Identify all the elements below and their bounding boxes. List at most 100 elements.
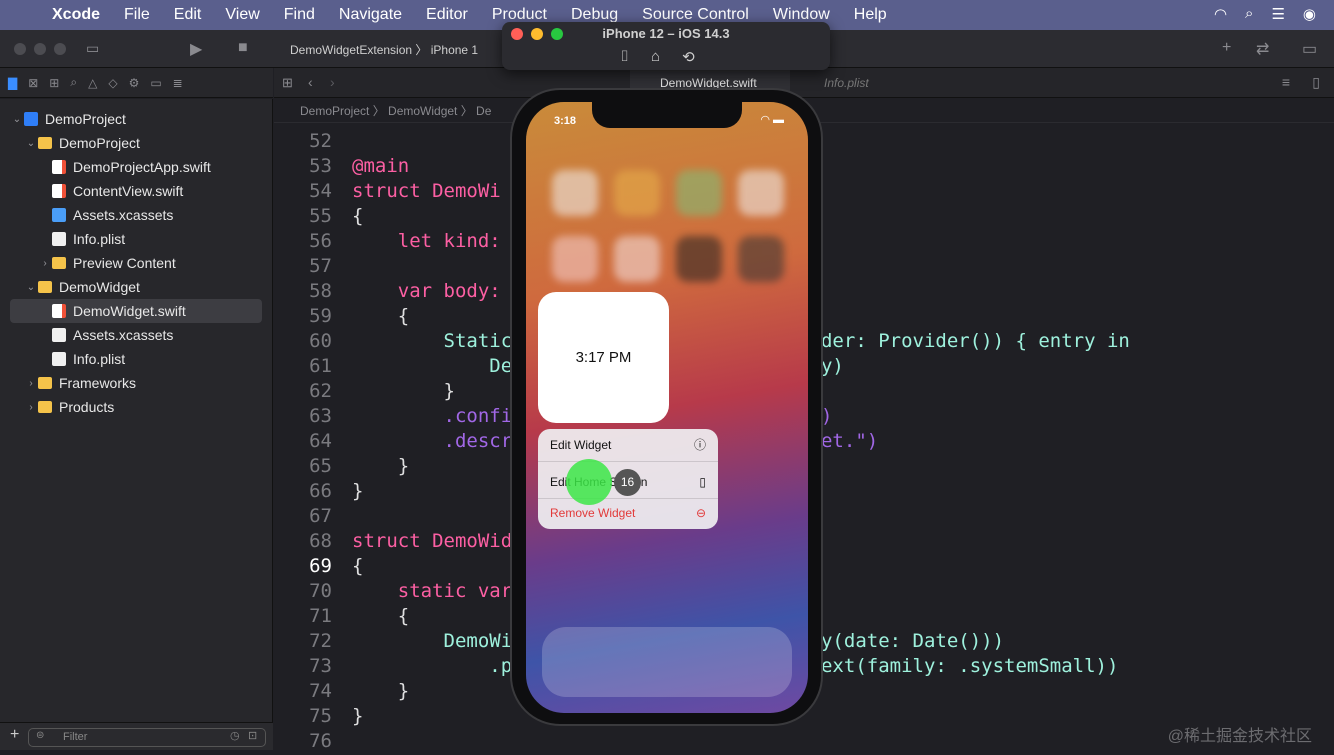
code-text: let kind: [352, 230, 501, 252]
app-icon [676, 170, 722, 216]
tree-item-selected[interactable]: DemoWidget.swift [10, 299, 262, 323]
line-number: 52 [309, 130, 332, 152]
code-review-icon[interactable]: ⇄ [1256, 39, 1269, 59]
run-icon[interactable]: ▶ [190, 39, 202, 59]
symbol-navigator-icon[interactable]: ⊞ [49, 76, 59, 90]
tree-item[interactable]: ContentView.swift [10, 179, 262, 203]
line-number: 73 [309, 655, 332, 677]
rotate-icon[interactable]: ⟲ [682, 48, 695, 66]
plist-icon [52, 352, 66, 366]
add-file-icon[interactable]: + [10, 726, 19, 744]
app-icon [552, 236, 598, 282]
phone-notch [592, 102, 742, 128]
home-screen[interactable]: 3:18 ◠ ▬ 3:17 PM Edit Widget ⓘ Edit Home… [526, 102, 808, 713]
tree-item[interactable]: › Preview Content [10, 251, 262, 275]
tree-item-label: DemoProjectApp.swift [73, 159, 211, 175]
clock-widget[interactable]: 3:17 PM [538, 292, 669, 423]
siri-icon[interactable]: ◉ [1303, 5, 1316, 23]
tree-item-label: DemoProject [59, 135, 140, 151]
line-number: 74 [309, 680, 332, 702]
swift-file-icon [52, 304, 66, 318]
line-number: 57 [309, 255, 332, 277]
tree-item-label: Info.plist [73, 351, 126, 367]
tab-info-plist[interactable]: Info.plist [794, 68, 869, 98]
back-icon[interactable]: ‹ [308, 74, 313, 90]
tree-item[interactable]: Assets.xcassets [10, 203, 262, 227]
chevron-icon[interactable]: › [38, 258, 52, 269]
debug-navigator-icon[interactable]: ⚙ [129, 76, 140, 90]
find-navigator-icon[interactable]: ⌕ [70, 75, 77, 90]
tab-label: Info.plist [824, 76, 869, 90]
navigator-tabs: ▇ ⊠ ⊞ ⌕ △ ◇ ⚙ ▭ ≣ [0, 68, 273, 98]
inspector-toggle-icon[interactable]: ▭ [1302, 39, 1317, 59]
breakpoint-navigator-icon[interactable]: ▭ [150, 76, 161, 90]
tree-item[interactable]: › Frameworks [10, 371, 262, 395]
window-close-button[interactable] [14, 43, 26, 55]
window-zoom-button[interactable] [54, 43, 66, 55]
source-control-navigator-icon[interactable]: ⊠ [28, 76, 38, 90]
forward-icon[interactable]: › [330, 74, 335, 90]
chevron-icon[interactable]: › [24, 402, 38, 413]
tree-item-label: Assets.xcassets [73, 207, 174, 223]
issue-navigator-icon[interactable]: △ [88, 76, 97, 90]
code-text: { [352, 305, 410, 327]
tree-item[interactable]: ⌄ DemoProject [10, 107, 262, 131]
folder-icon [52, 257, 66, 269]
report-navigator-icon[interactable]: ≣ [173, 76, 183, 90]
chevron-icon[interactable]: ⌄ [10, 114, 24, 125]
control-center-icon[interactable]: ☰ [1271, 5, 1284, 23]
line-number: 55 [309, 205, 332, 227]
chevron-icon[interactable]: › [24, 378, 38, 389]
screenshot-icon[interactable]: ⌷ [620, 48, 629, 66]
tree-item-label: Preview Content [73, 255, 176, 271]
project-navigator-icon[interactable]: ▇ [8, 76, 17, 90]
menu-app-name[interactable]: Xcode [52, 6, 100, 24]
line-number: 61 [309, 355, 332, 377]
device-selector[interactable]: iPhone 1 [431, 43, 478, 57]
iphone-simulator: 3:18 ◠ ▬ 3:17 PM Edit Widget ⓘ Edit Home… [510, 88, 823, 726]
tree-item[interactable]: ⌄ DemoProject [10, 131, 262, 155]
wifi-icon[interactable]: ◠ [1214, 5, 1227, 23]
menu-file[interactable]: File [124, 6, 150, 24]
source-control-filter-icon[interactable]: ⊡ [248, 729, 257, 742]
app-icon [738, 236, 784, 282]
touch-indicator [566, 459, 612, 505]
line-number: 60 [309, 330, 332, 352]
window-minimize-button[interactable] [34, 43, 46, 55]
split-editor-icon[interactable]: ▯ [1312, 74, 1320, 91]
menu-view[interactable]: View [225, 6, 259, 24]
status-bar-time: 3:18 [554, 115, 577, 127]
chevron-icon[interactable]: ⌄ [24, 138, 38, 149]
menu-find[interactable]: Find [284, 6, 315, 24]
minus-circle-icon: ⊖ [695, 506, 706, 520]
menu-navigate[interactable]: Navigate [339, 6, 402, 24]
grid-icon[interactable]: ⊞ [282, 75, 293, 91]
library-add-icon[interactable]: + [1222, 39, 1231, 57]
tree-item[interactable]: ⌄ DemoWidget [10, 275, 262, 299]
home-icon[interactable]: ⌂ [651, 48, 660, 66]
sidebar-toggle-icon[interactable]: ▭ [86, 40, 99, 57]
editor-options-icon[interactable]: ≡ [1282, 74, 1290, 90]
edit-widget-menu-item[interactable]: Edit Widget ⓘ [538, 429, 718, 462]
tree-item[interactable]: Info.plist [10, 227, 262, 251]
app-icon [552, 170, 598, 216]
tree-item-label: Products [59, 399, 115, 415]
menu-help[interactable]: Help [854, 6, 887, 24]
search-icon[interactable]: ⌕ [1245, 5, 1253, 23]
app-icon [614, 170, 660, 216]
menu-edit[interactable]: Edit [174, 6, 202, 24]
line-number: 70 [309, 580, 332, 602]
tree-item[interactable]: › Products [10, 395, 262, 419]
stop-icon[interactable]: ■ [238, 39, 248, 57]
scheme-selector[interactable]: DemoWidgetExtension [290, 43, 412, 57]
filter-options-icon[interactable]: ⊜ [36, 730, 44, 741]
chevron-icon[interactable]: ⌄ [24, 282, 38, 293]
menu-editor[interactable]: Editor [426, 6, 468, 24]
test-navigator-icon[interactable]: ◇ [108, 76, 117, 90]
tree-item[interactable]: Assets.xcassets [10, 323, 262, 347]
recent-files-icon[interactable]: ◷ [230, 729, 240, 742]
line-number: 75 [309, 705, 332, 727]
tree-item[interactable]: DemoProjectApp.swift [10, 155, 262, 179]
remove-widget-menu-item[interactable]: Remove Widget ⊖ [538, 497, 718, 529]
tree-item[interactable]: Info.plist [10, 347, 262, 371]
